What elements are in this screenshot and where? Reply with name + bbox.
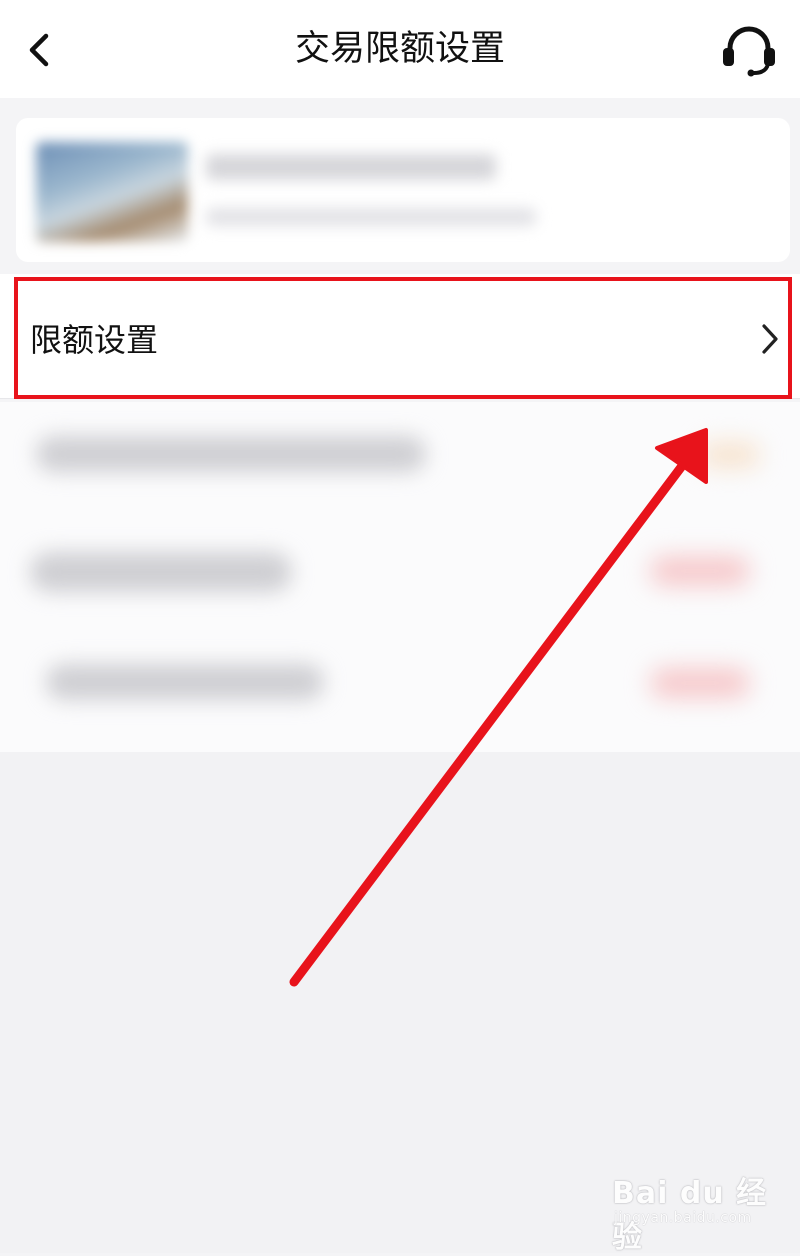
option-row[interactable]: [0, 512, 800, 622]
top-navigation-bar: 交易限额设置: [0, 0, 800, 98]
card-detail-blurred: [206, 208, 536, 226]
limit-setting-label: 限额设置: [30, 321, 159, 359]
option-row[interactable]: [0, 622, 800, 732]
customer-service-button[interactable]: [716, 20, 782, 80]
option-badge-blurred: [700, 442, 760, 468]
options-panel: [0, 402, 800, 752]
limit-setting-row[interactable]: 限额设置: [0, 274, 800, 399]
option-button-blurred[interactable]: [650, 668, 750, 698]
chevron-right-icon: [762, 324, 778, 354]
option-text-blurred: [30, 552, 292, 592]
bank-card-summary: [16, 118, 790, 262]
page-title: 交易限额设置: [294, 29, 505, 69]
card-image: [36, 142, 188, 242]
baidu-jingyan-watermark: Bai du 经验 jingyan.baidu.com: [612, 1168, 782, 1255]
option-text-blurred: [36, 436, 426, 472]
option-text-blurred: [46, 664, 324, 700]
option-row[interactable]: [0, 402, 800, 512]
headset-icon: [723, 26, 775, 77]
card-name-blurred: [206, 154, 496, 180]
watermark-url: jingyan.baidu.com: [614, 1210, 752, 1226]
option-button-blurred[interactable]: [650, 556, 750, 586]
